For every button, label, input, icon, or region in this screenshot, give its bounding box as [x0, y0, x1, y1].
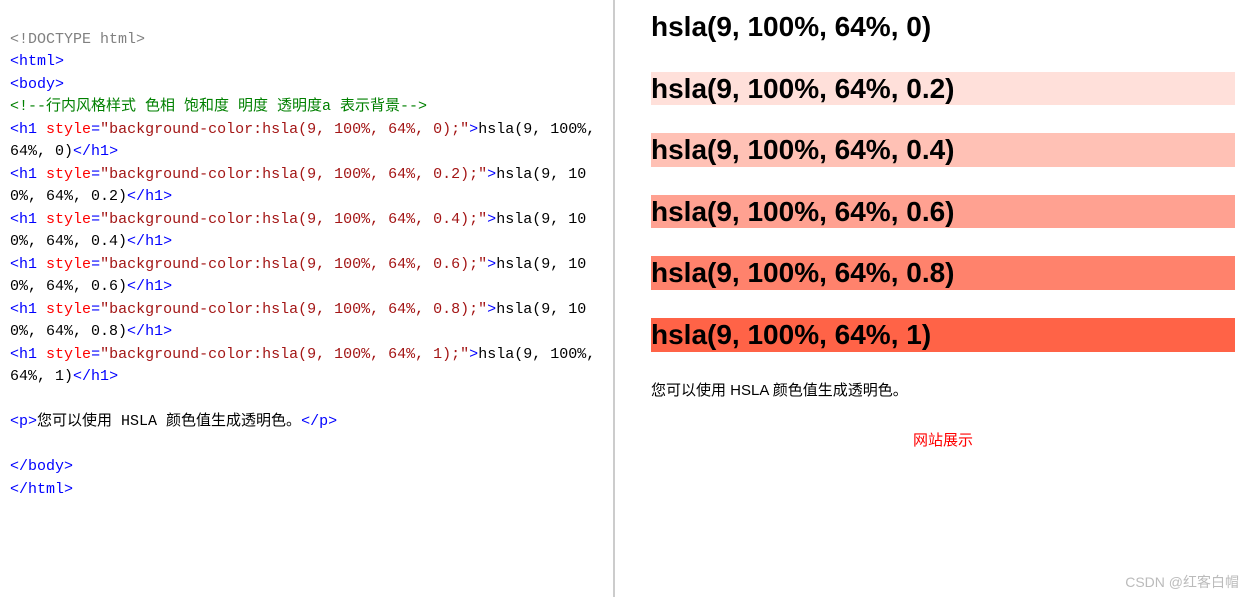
code-line-4: <h1 style="background-color:hsla(9, 100%…: [10, 256, 586, 296]
watermark: CSDN @红客白帽: [1125, 572, 1239, 593]
body-open-tag: <body>: [10, 76, 64, 93]
preview-pane: hsla(9, 100%, 64%, 0) hsla(9, 100%, 64%,…: [615, 0, 1249, 597]
preview-heading-5: hsla(9, 100%, 64%, 0.8): [651, 256, 1235, 290]
comment-line: <!--行内风格样式 色相 饱和度 明度 透明度a 表示背景-->: [10, 98, 427, 115]
preview-heading-6: hsla(9, 100%, 64%, 1): [651, 318, 1235, 352]
code-line-3: <h1 style="background-color:hsla(9, 100%…: [10, 211, 586, 251]
preview-heading-1: hsla(9, 100%, 64%, 0): [651, 10, 1235, 44]
code-p-line: <p>您可以使用 HSLA 颜色值生成透明色。</p>: [10, 413, 337, 430]
site-label: 网站展示: [651, 430, 1235, 453]
preview-heading-3: hsla(9, 100%, 64%, 0.4): [651, 133, 1235, 167]
preview-heading-2: hsla(9, 100%, 64%, 0.2): [651, 72, 1235, 106]
code-line-6: <h1 style="background-color:hsla(9, 100%…: [10, 346, 604, 386]
code-pane: <!DOCTYPE html> <html> <body> <!--行内风格样式…: [0, 0, 615, 597]
html-close-tag: </html>: [10, 481, 73, 498]
doctype-text: <!DOCTYPE html>: [10, 31, 145, 48]
body-close-tag: </body>: [10, 458, 73, 475]
preview-paragraph: 您可以使用 HSLA 颜色值生成透明色。: [651, 380, 1235, 403]
code-line-2: <h1 style="background-color:hsla(9, 100%…: [10, 166, 586, 206]
preview-heading-4: hsla(9, 100%, 64%, 0.6): [651, 195, 1235, 229]
html-open-tag: <html>: [10, 53, 64, 70]
code-line-1: <h1 style="background-color:hsla(9, 100%…: [10, 121, 604, 161]
code-line-5: <h1 style="background-color:hsla(9, 100%…: [10, 301, 586, 341]
